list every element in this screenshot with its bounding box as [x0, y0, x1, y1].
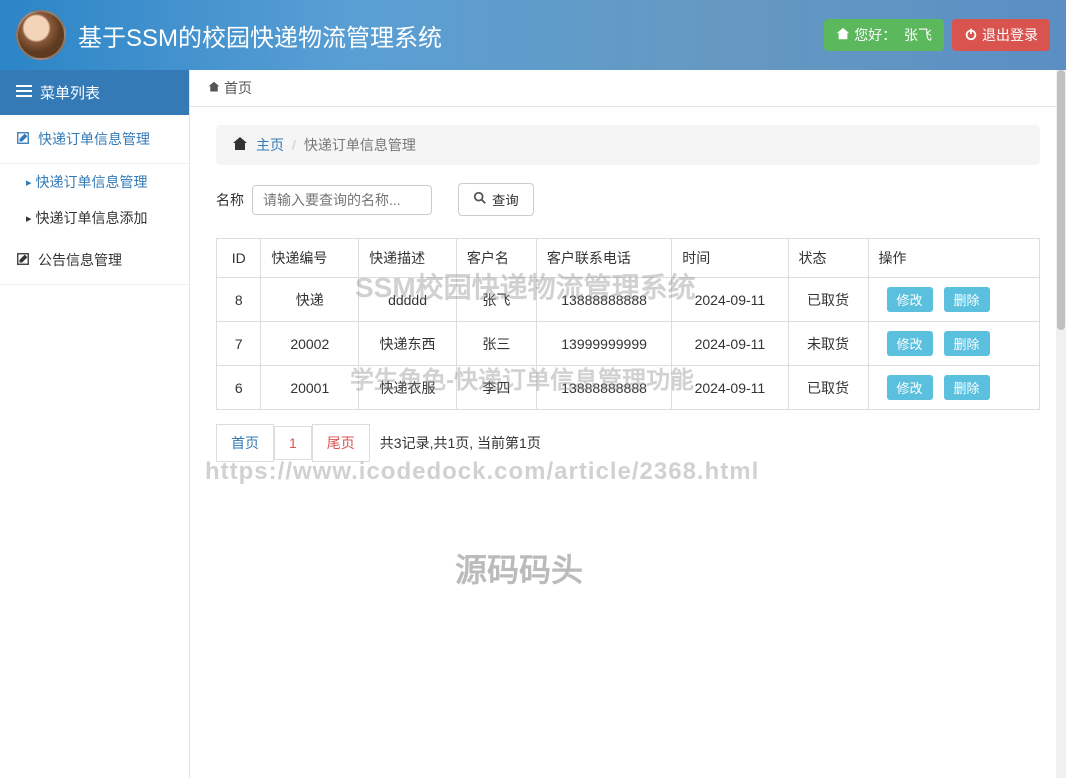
- cell-code: 快递: [261, 278, 359, 322]
- app-header: 基于SSM的校园快递物流管理系统 您好： 张飞 退出登录: [0, 0, 1066, 70]
- cell-actions: 修改删除: [868, 278, 1040, 322]
- scrollbar-thumb[interactable]: [1057, 70, 1065, 330]
- home-icon: [232, 136, 248, 155]
- cell-time: 2024-09-11: [672, 366, 788, 410]
- edit-icon: [16, 131, 30, 148]
- col-id: ID: [217, 239, 261, 278]
- sidebar: 菜单列表 快递订单信息管理 快递订单信息管理 快递订单信息添加 公告信息管理: [0, 70, 190, 778]
- cell-status: 已取货: [788, 366, 868, 410]
- user-name: 张飞: [904, 27, 932, 43]
- search-label: 名称: [216, 190, 244, 210]
- table-row: 8快递ddddd张飞138888888882024-09-11已取货修改删除: [217, 278, 1040, 322]
- scrollbar-track[interactable]: [1056, 70, 1066, 778]
- menu-header: 菜单列表: [0, 70, 189, 115]
- content: 主页 / 快递订单信息管理 名称 查询 ID: [190, 107, 1066, 778]
- col-action: 操作: [868, 239, 1040, 278]
- breadcrumb: 主页 / 快递订单信息管理: [216, 125, 1040, 165]
- col-phone: 客户联系电话: [536, 239, 671, 278]
- search-row: 名称 查询: [216, 183, 1040, 216]
- submenu-item-add[interactable]: 快递订单信息添加: [0, 200, 189, 236]
- greeting-button[interactable]: 您好： 张飞: [824, 19, 944, 51]
- greeting-prefix: 您好：: [854, 27, 896, 43]
- search-button-label: 查询: [492, 190, 519, 209]
- search-button[interactable]: 查询: [458, 183, 534, 216]
- app-title: 基于SSM的校园快递物流管理系统: [78, 18, 816, 53]
- cell-time: 2024-09-11: [672, 278, 788, 322]
- pager-first[interactable]: 首页: [216, 424, 274, 462]
- submenu-item-label: 快递订单信息添加: [36, 208, 148, 228]
- search-input[interactable]: [252, 185, 432, 215]
- edit-button[interactable]: 修改: [887, 331, 933, 356]
- cell-id: 6: [217, 366, 261, 410]
- cell-customer: 张飞: [456, 278, 536, 322]
- breadcrumb-home[interactable]: 主页: [256, 135, 284, 155]
- breadcrumb-current: 快递订单信息管理: [304, 135, 416, 155]
- cell-customer: 张三: [456, 322, 536, 366]
- cell-code: 20002: [261, 322, 359, 366]
- pager-last[interactable]: 尾页: [312, 424, 370, 462]
- logout-button[interactable]: 退出登录: [952, 19, 1050, 51]
- cell-actions: 修改删除: [868, 322, 1040, 366]
- table-row: 620001快递衣服李四138888888882024-09-11已取货修改删除: [217, 366, 1040, 410]
- sidebar-item-label: 快递订单信息管理: [38, 129, 150, 149]
- main: 首页 主页 / 快递订单信息管理 名称 查询: [190, 70, 1066, 778]
- pager-page-1[interactable]: 1: [274, 426, 312, 460]
- delete-button[interactable]: 删除: [944, 287, 990, 312]
- topbar: 首页: [190, 70, 1066, 107]
- col-code: 快递编号: [261, 239, 359, 278]
- cell-id: 8: [217, 278, 261, 322]
- table-header-row: ID 快递编号 快递描述 客户名 客户联系电话 时间 状态 操作: [217, 239, 1040, 278]
- cell-desc: 快递衣服: [359, 366, 457, 410]
- submenu: 快递订单信息管理 快递订单信息添加: [0, 164, 189, 236]
- power-icon: [964, 27, 978, 44]
- breadcrumb-sep: /: [292, 137, 296, 153]
- cell-id: 7: [217, 322, 261, 366]
- cell-code: 20001: [261, 366, 359, 410]
- cell-phone: 13888888888: [536, 278, 671, 322]
- submenu-item-label: 快递订单信息管理: [36, 172, 148, 192]
- data-table: ID 快递编号 快递描述 客户名 客户联系电话 时间 状态 操作 8快递dddd…: [216, 238, 1040, 410]
- cell-customer: 李四: [456, 366, 536, 410]
- cell-status: 未取货: [788, 322, 868, 366]
- search-icon: [473, 191, 487, 208]
- table-row: 720002快递东西张三139999999992024-09-11未取货修改删除: [217, 322, 1040, 366]
- home-icon: [836, 27, 850, 44]
- sidebar-item-notice[interactable]: 公告信息管理: [0, 236, 189, 285]
- col-time: 时间: [672, 239, 788, 278]
- list-icon: [16, 84, 32, 102]
- menu-header-label: 菜单列表: [40, 82, 100, 103]
- col-desc: 快递描述: [359, 239, 457, 278]
- edit-button[interactable]: 修改: [887, 375, 933, 400]
- logout-label: 退出登录: [982, 25, 1038, 45]
- delete-button[interactable]: 删除: [944, 375, 990, 400]
- edit-icon: [16, 252, 30, 269]
- cell-status: 已取货: [788, 278, 868, 322]
- topbar-home[interactable]: 首页: [224, 78, 252, 98]
- avatar: [16, 10, 66, 60]
- cell-phone: 13888888888: [536, 366, 671, 410]
- cell-time: 2024-09-11: [672, 322, 788, 366]
- home-icon: [208, 80, 220, 96]
- edit-button[interactable]: 修改: [887, 287, 933, 312]
- pager-info: 共3记录,共1页, 当前第1页: [370, 433, 541, 453]
- delete-button[interactable]: 删除: [944, 331, 990, 356]
- sidebar-item-express-order[interactable]: 快递订单信息管理: [0, 115, 189, 164]
- cell-phone: 13999999999: [536, 322, 671, 366]
- cell-actions: 修改删除: [868, 366, 1040, 410]
- col-status: 状态: [788, 239, 868, 278]
- cell-desc: ddddd: [359, 278, 457, 322]
- col-customer: 客户名: [456, 239, 536, 278]
- sidebar-item-label: 公告信息管理: [38, 250, 122, 270]
- cell-desc: 快递东西: [359, 322, 457, 366]
- pager: 首页 1 尾页 共3记录,共1页, 当前第1页: [216, 424, 1040, 462]
- submenu-item-manage[interactable]: 快递订单信息管理: [0, 164, 189, 200]
